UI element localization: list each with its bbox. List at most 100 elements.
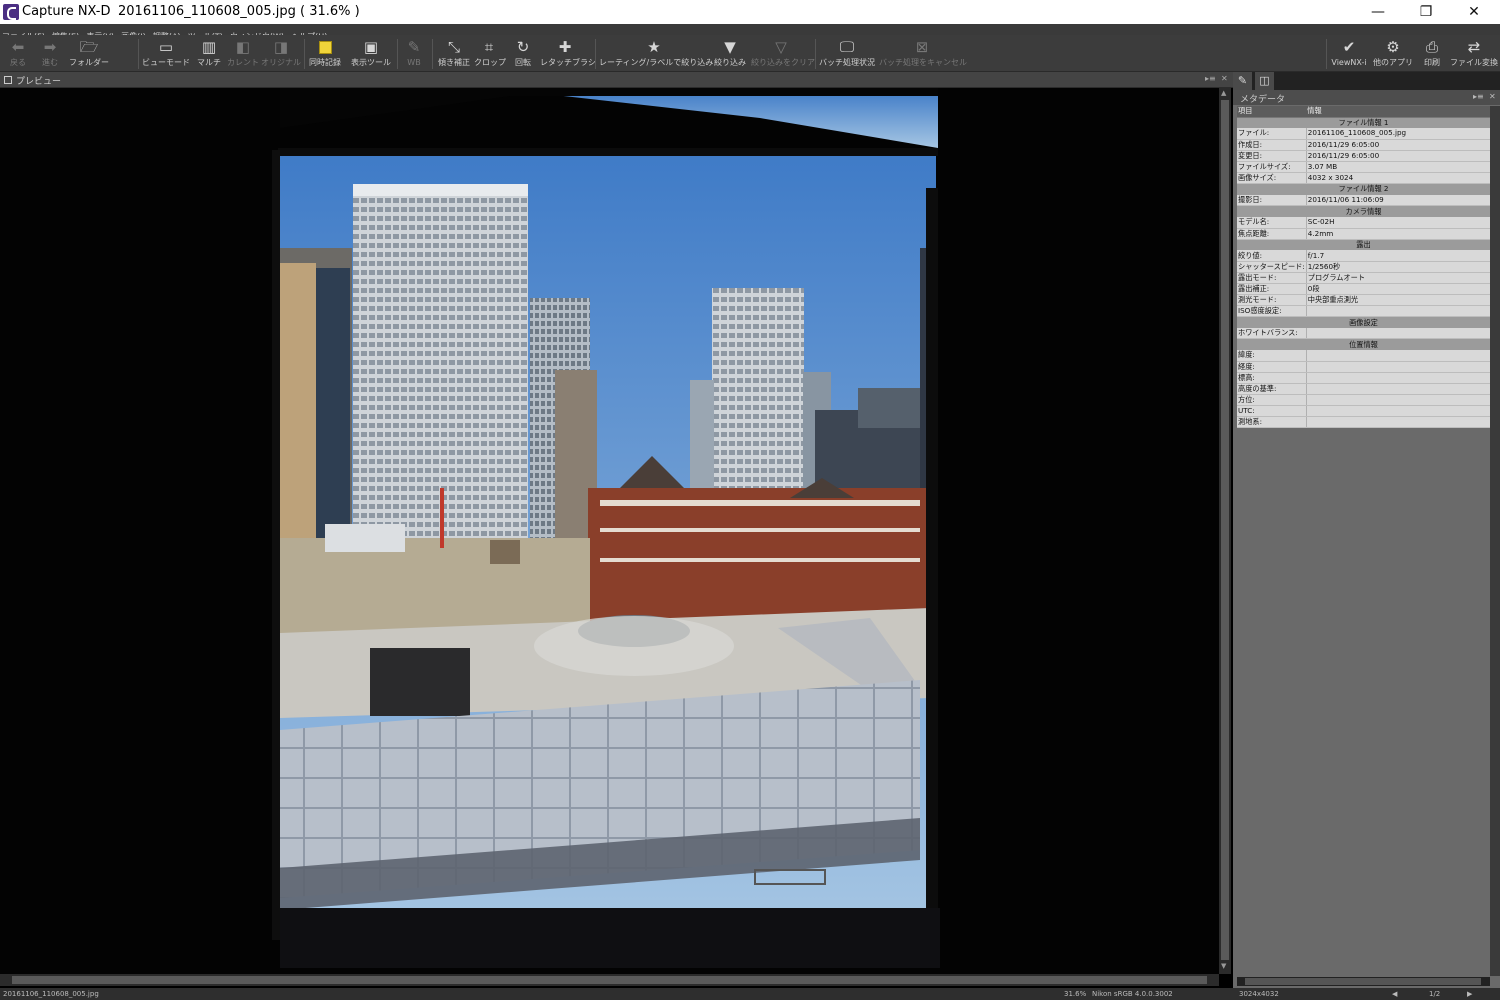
filter-button[interactable]: ▼ 絞り込み bbox=[713, 37, 747, 71]
metadata-row: 焦点距離: 4.2mm bbox=[1237, 228, 1490, 240]
section-label: カメラ情報 bbox=[1237, 205, 1490, 217]
info-tab[interactable]: ◫ bbox=[1255, 72, 1275, 90]
metadata-key: 測地系: bbox=[1237, 416, 1307, 429]
viewnx-icon: ✔ bbox=[1342, 38, 1356, 56]
scrollbar-thumb[interactable] bbox=[1221, 100, 1229, 960]
metadata-value: 1/2560秒 bbox=[1306, 261, 1490, 273]
panel-close-icon[interactable]: ✕ bbox=[1489, 92, 1496, 101]
metadata-key: ファイル: bbox=[1237, 128, 1307, 140]
edit-tab[interactable]: ✎ bbox=[1233, 72, 1253, 90]
rotate-button[interactable]: ↻ 回転 bbox=[508, 37, 538, 71]
sync-record-icon bbox=[307, 37, 343, 57]
metadata-section-header: 露出 bbox=[1237, 239, 1490, 251]
metadata-horizontal-scrollbar[interactable] bbox=[1237, 977, 1490, 986]
panel-menu-icon[interactable]: ▸≡ bbox=[1205, 74, 1216, 83]
multi-view-icon: ▥ bbox=[201, 38, 217, 56]
crop-button[interactable]: ⌗ クロップ bbox=[474, 37, 506, 71]
multi-button[interactable]: ▥ マルチ bbox=[194, 37, 224, 71]
section-label: 位置情報 bbox=[1237, 338, 1490, 351]
tilt-icon: ⤡ bbox=[447, 38, 460, 56]
crop-icon: ⌗ bbox=[484, 38, 494, 56]
metadata-row: UTC: bbox=[1237, 405, 1490, 418]
other-apps-button[interactable]: ⚙ 他のアプリ bbox=[1372, 37, 1414, 71]
preview-image[interactable] bbox=[0, 88, 1219, 974]
document-title: 20161106_110608_005.jpg ( 31.6% ) bbox=[118, 4, 360, 19]
menu-bar: ファイル(F) 編集(E) 表示(V) 画像(I) 調整(A) ツール(T) ウ… bbox=[0, 24, 1500, 41]
display-tool-icon: ▣ bbox=[363, 38, 379, 56]
panel-close-icon[interactable]: ✕ bbox=[1221, 74, 1228, 83]
app-name: Capture NX-D bbox=[22, 4, 111, 19]
column-info: 情報 bbox=[1306, 106, 1490, 118]
back-button[interactable]: ⬅ 戻る bbox=[6, 37, 30, 71]
retouch-brush-button[interactable]: ✚ レタッチブラシ bbox=[540, 37, 596, 71]
column-item: 項目 bbox=[1237, 106, 1307, 118]
preview-panel-icon bbox=[4, 76, 12, 84]
single-view-icon: ▭ bbox=[158, 38, 174, 56]
metadata-value: f/1.7 bbox=[1306, 250, 1490, 262]
file-convert-icon: ⇄ bbox=[1467, 38, 1481, 56]
metadata-section-header: ファイル情報 1 bbox=[1237, 117, 1490, 129]
metadata-vertical-scrollbar[interactable] bbox=[1490, 106, 1500, 976]
metadata-row: 画像サイズ: 4032 x 3024 bbox=[1237, 172, 1490, 185]
scroll-up-icon[interactable]: ▲ bbox=[1221, 89, 1226, 97]
folder-button[interactable]: 🗁 フォルダー bbox=[68, 37, 110, 71]
prev-page-icon[interactable]: ◀ bbox=[1392, 990, 1397, 998]
compare-original-icon: ◨ bbox=[273, 38, 289, 56]
close-button[interactable]: ✕ bbox=[1451, 0, 1497, 24]
section-label: ファイル情報 2 bbox=[1237, 183, 1490, 195]
metadata-value: 中央部重点測光 bbox=[1306, 294, 1490, 307]
status-filename: 20161106_110608_005.jpg bbox=[3, 990, 99, 998]
toolbar-separator bbox=[1326, 39, 1327, 69]
bandage-icon: ✚ bbox=[558, 38, 572, 56]
preview-title: プレビュー bbox=[16, 77, 62, 87]
metadata-side-panel: ✎ ◫ メタデータ ▸≡ ✕ 項目 情報 ファイル情報 1 ファイル: 201611… bbox=[1233, 72, 1500, 988]
status-bar: 20161106_110608_005.jpg 31.6% Nikon sRGB… bbox=[0, 988, 1500, 1000]
arrow-left-icon: ⬅ bbox=[11, 38, 25, 56]
toolbar: ⬅ 戻る ➡ 進む 🗁 フォルダー ▭ ビューモード ▥ マルチ ◧ カレント … bbox=[0, 35, 1500, 72]
batch-status-button[interactable]: 🖵 バッチ処理状況 bbox=[819, 37, 875, 71]
scrollbar-thumb[interactable] bbox=[1245, 978, 1481, 985]
minimize-button[interactable]: — bbox=[1355, 0, 1401, 24]
metadata-value: 2016/11/06 11:06:09 bbox=[1306, 194, 1490, 207]
metadata-key: 緯度: bbox=[1237, 350, 1307, 362]
status-zoom: 31.6% bbox=[1064, 990, 1087, 998]
panel-menu-icon[interactable]: ▸≡ bbox=[1473, 92, 1484, 101]
clear-filter-button[interactable]: ▽ 絞り込みをクリア bbox=[751, 37, 815, 71]
original-button[interactable]: ◨ オリジナル bbox=[261, 37, 301, 71]
metadata-row: 標高: bbox=[1237, 372, 1490, 384]
view-mode-button[interactable]: ▭ ビューモード bbox=[142, 37, 190, 71]
metadata-key: 露出モード: bbox=[1237, 272, 1307, 285]
wb-button[interactable]: ✎ WB bbox=[402, 37, 426, 71]
metadata-key: 露出補正: bbox=[1237, 283, 1307, 296]
sync-record-button[interactable]: 同時記録 bbox=[307, 37, 343, 71]
next-page-icon[interactable]: ▶ bbox=[1467, 990, 1472, 998]
file-convert-button[interactable]: ⇄ ファイル変換 bbox=[1450, 37, 1498, 71]
photo-window-view bbox=[0, 88, 1219, 974]
metadata-section-header: 画像設定 bbox=[1237, 316, 1490, 328]
arrow-right-icon: ➡ bbox=[43, 38, 57, 56]
rating-label-filter-button[interactable]: ★ レーティング/ラベルで絞り込み bbox=[599, 37, 713, 71]
scroll-down-icon[interactable]: ▼ bbox=[1221, 962, 1226, 970]
metadata-value bbox=[1306, 327, 1490, 340]
restore-button[interactable]: ❐ bbox=[1403, 0, 1449, 24]
metadata-value: SC-02H bbox=[1306, 216, 1490, 229]
viewnx-button[interactable]: ✔ ViewNX-i bbox=[1330, 37, 1368, 71]
side-panel-tabs: ✎ ◫ bbox=[1233, 72, 1500, 90]
toolbar-separator bbox=[595, 39, 596, 69]
forward-button[interactable]: ➡ 進む bbox=[38, 37, 62, 71]
preview-vertical-scrollbar[interactable]: ▲ ▼ bbox=[1219, 88, 1231, 974]
title-bar: Capture NX-D 20161106_110608_005.jpg ( 3… bbox=[0, 0, 1500, 24]
current-button[interactable]: ◧ カレント bbox=[227, 37, 259, 71]
metadata-key: ISO感度設定: bbox=[1237, 305, 1307, 318]
metadata-title: メタデータ bbox=[1240, 95, 1286, 105]
preview-horizontal-scrollbar[interactable] bbox=[0, 974, 1219, 986]
batch-cancel-button[interactable]: ⊠ バッチ処理をキャンセル bbox=[879, 37, 967, 71]
tilt-correction-button[interactable]: ⤡ 傾き補正 bbox=[436, 37, 472, 71]
metadata-value: 2016/11/29 6:05:00 bbox=[1306, 150, 1490, 162]
scrollbar-thumb[interactable] bbox=[12, 976, 1207, 984]
print-button[interactable]: ⎙ 印刷 bbox=[1420, 37, 1444, 71]
metadata-row: ファイル: 20161106_110608_005.jpg bbox=[1237, 128, 1490, 140]
metadata-row: 作成日: 2016/11/29 6:05:00 bbox=[1237, 139, 1490, 151]
metadata-key: 作成日: bbox=[1237, 139, 1307, 151]
display-tool-button[interactable]: ▣ 表示ツール bbox=[349, 37, 393, 71]
